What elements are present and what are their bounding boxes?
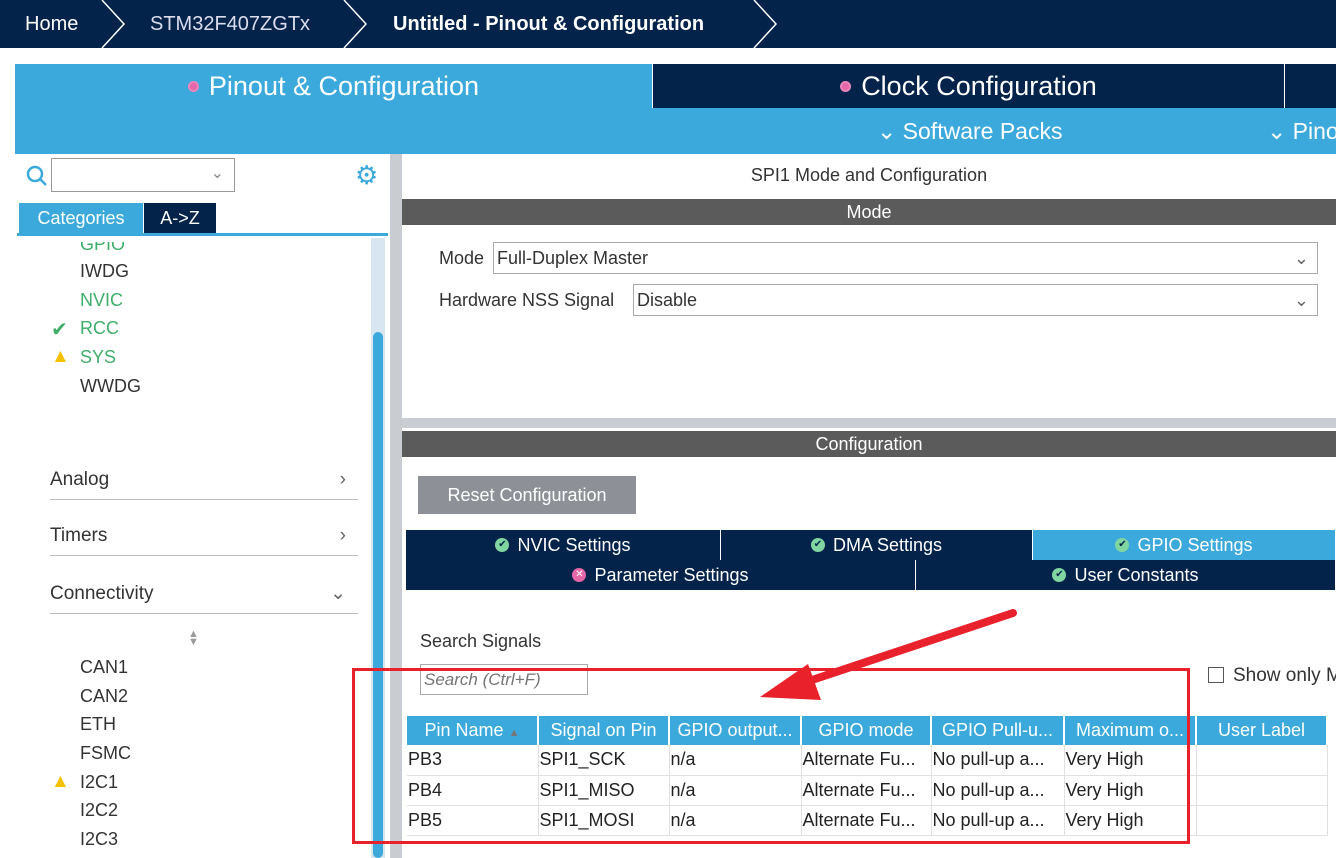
sub-toolbar: ⌄ Software Packs ⌄ Pino [15, 108, 1336, 154]
nss-label: Hardware NSS Signal [439, 290, 615, 310]
tab-label: Clock Configuration [861, 70, 1097, 101]
tab-label: DMA Settings [832, 534, 943, 555]
pinout-label: Pino [1292, 118, 1336, 144]
status-dot-icon [840, 80, 852, 92]
annotation-highlight-box [352, 668, 1190, 844]
sidebar-item-i2c3[interactable]: I2C3 [80, 829, 118, 850]
column-user-label[interactable]: User Label [1196, 716, 1328, 745]
pinout-menu[interactable]: ⌄ Pino [1267, 118, 1336, 145]
sidebar-item-i2c2[interactable]: I2C2 [80, 800, 118, 821]
sidebar-item-i2c1[interactable]: I2C1 [80, 772, 118, 793]
show-only-checkbox[interactable] [1208, 667, 1224, 683]
tab-parameter-settings[interactable]: ✕ Parameter Settings [406, 560, 916, 590]
section-divider[interactable] [402, 418, 1336, 428]
main-tabs: Pinout & Configuration Clock Configurati… [15, 64, 1336, 108]
category-label: Analog [50, 469, 110, 490]
chevron-down-icon: ⌄ [1293, 290, 1309, 310]
search-combobox[interactable]: ⌄ [51, 158, 235, 192]
tab-user-constants[interactable]: ✔ User Constants [916, 560, 1336, 590]
breadcrumb-home[interactable]: Home [25, 13, 78, 36]
tab-more[interactable] [1284, 64, 1336, 108]
chevron-right-icon [343, 0, 368, 48]
mode-label: Mode [439, 248, 485, 268]
category-label: Timers [50, 525, 108, 546]
category-analog[interactable]: Analog › [50, 460, 358, 500]
chevron-down-icon: ⌄ [1293, 248, 1309, 268]
tab-pinout-configuration[interactable]: Pinout & Configuration [15, 64, 652, 108]
error-circle-icon: ✕ [572, 568, 587, 582]
cell [1196, 775, 1328, 806]
sidebar: ⌄ ⚙ Categories A->Z GPIO IWDG NVIC ✔ RCC… [15, 154, 390, 858]
configuration-header: Configuration [402, 431, 1336, 457]
check-circle-icon: ✔ [1052, 568, 1067, 582]
search-icon [26, 165, 47, 186]
tab-label: Parameter Settings [594, 564, 749, 585]
sidebar-item-gpio[interactable]: GPIO [80, 242, 125, 255]
chevron-right-icon: › [339, 469, 346, 490]
category-label: Connectivity [50, 583, 154, 604]
tab-categories[interactable]: Categories [19, 203, 143, 233]
category-timers[interactable]: Timers › [50, 516, 358, 556]
breadcrumb-device[interactable]: STM32F407ZGTx [150, 13, 310, 36]
tab-label: Pinout & Configuration [208, 70, 480, 101]
tab-label: NVIC Settings [517, 534, 631, 555]
tab-nvic-settings[interactable]: ✔ NVIC Settings [406, 530, 721, 560]
sidebar-item-nvic[interactable]: NVIC [80, 290, 123, 311]
check-icon: ✔ [51, 319, 68, 341]
cell [1196, 745, 1328, 776]
sidebar-item-can2[interactable]: CAN2 [80, 686, 128, 707]
check-circle-icon: ✔ [1115, 538, 1130, 552]
tab-a-to-z[interactable]: A->Z [144, 203, 216, 233]
sidebar-item-fsmc[interactable]: FSMC [80, 743, 131, 764]
software-packs-menu[interactable]: ⌄ Software Packs [877, 118, 1062, 145]
warning-icon: ▲ [51, 771, 70, 792]
mode-value: Full-Duplex Master [497, 248, 649, 268]
tab-label: User Constants [1074, 564, 1199, 585]
sidebar-item-rcc[interactable]: RCC [80, 318, 119, 339]
reset-configuration-button[interactable]: Reset Configuration [418, 476, 636, 514]
sidebar-item-eth[interactable]: ETH [80, 714, 116, 735]
breadcrumb: Home STM32F407ZGTx Untitled - Pinout & C… [0, 0, 1336, 48]
nss-select[interactable]: Disable ⌄ [633, 284, 1318, 316]
chevron-right-icon [753, 0, 778, 48]
mode-select[interactable]: Full-Duplex Master ⌄ [493, 242, 1318, 274]
chevron-right-icon [101, 0, 126, 48]
chevron-down-icon: ⌄ [210, 165, 224, 182]
category-connectivity[interactable]: Connectivity ⌄ [50, 574, 358, 614]
sort-icon[interactable]: ▲ ▼ [188, 629, 199, 648]
sidebar-item-iwdg[interactable]: IWDG [80, 261, 129, 282]
panel-title: SPI1 Mode and Configuration [750, 165, 988, 185]
mode-header: Mode [402, 199, 1336, 225]
check-circle-icon: ✔ [495, 538, 510, 552]
breadcrumb-project[interactable]: Untitled - Pinout & Configuration [393, 13, 704, 36]
software-packs-label: Software Packs [902, 118, 1063, 144]
tab-label: GPIO Settings [1137, 534, 1253, 555]
cell [1196, 805, 1328, 836]
chevron-down-icon: ⌄ [330, 583, 346, 604]
warning-icon: ▲ [51, 346, 70, 367]
sidebar-item-sys[interactable]: SYS [80, 347, 116, 368]
search-signals-label: Search Signals [420, 631, 542, 651]
tab-dma-settings[interactable]: ✔ DMA Settings [721, 530, 1033, 560]
tab-clock-configuration[interactable]: Clock Configuration [652, 64, 1284, 108]
status-dot-icon [187, 80, 199, 92]
nss-value: Disable [637, 290, 698, 310]
sidebar-item-wwdg[interactable]: WWDG [80, 376, 141, 397]
tab-gpio-settings[interactable]: ✔ GPIO Settings [1033, 530, 1336, 560]
sidebar-item-can1[interactable]: CAN1 [80, 657, 128, 678]
check-circle-icon: ✔ [810, 538, 825, 552]
chevron-right-icon: › [339, 525, 346, 546]
show-only-label: Show only M [1233, 665, 1336, 686]
gear-icon[interactable]: ⚙ [355, 160, 378, 191]
